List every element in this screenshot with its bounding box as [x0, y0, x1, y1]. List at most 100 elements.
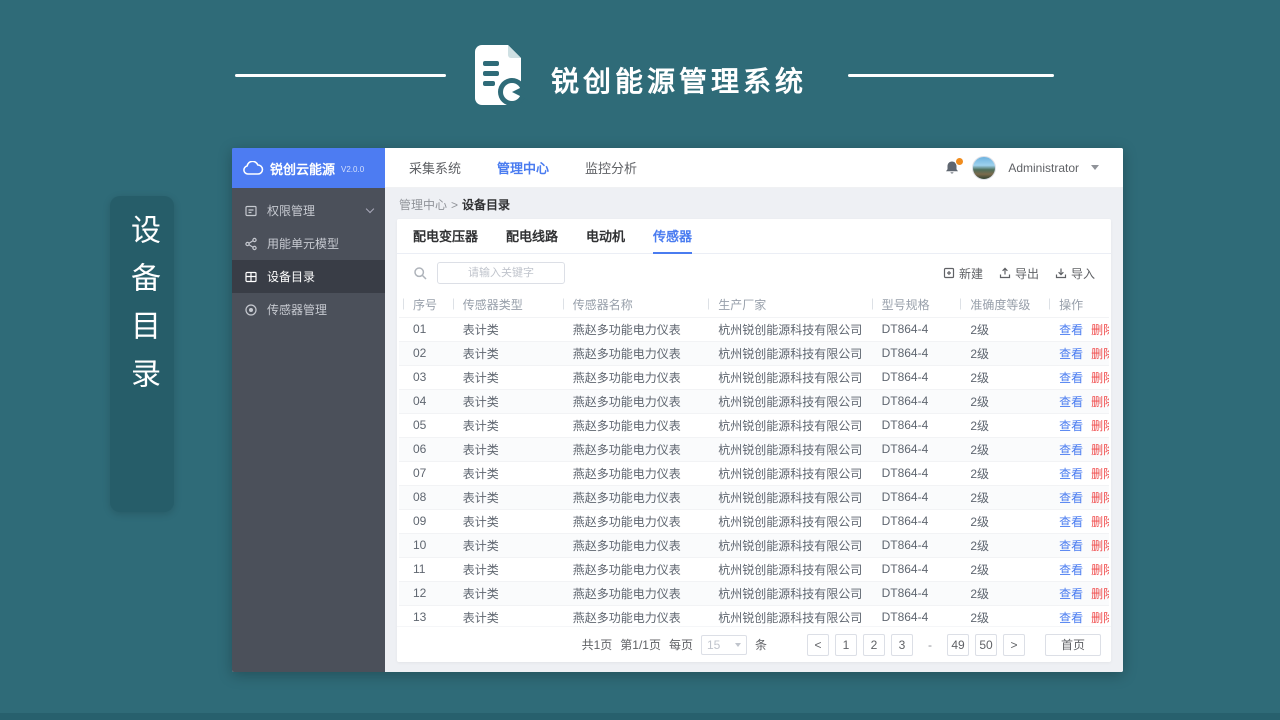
- pager-next-button[interactable]: >: [1003, 633, 1025, 656]
- delete-link[interactable]: 删除: [1091, 491, 1109, 505]
- import-icon: [1055, 267, 1067, 279]
- cell-sensor-name: 燕赵多功能电力仪表: [558, 556, 705, 581]
- cell-manufacturer: 杭州锐创能源科技有限公司: [704, 508, 868, 533]
- tab-sensor[interactable]: 传感器: [653, 219, 693, 254]
- search-icon: [413, 266, 428, 281]
- view-link[interactable]: 查看: [1059, 515, 1083, 529]
- cell-no: 09: [399, 508, 449, 533]
- table-row: 12表计类燕赵多功能电力仪表杭州锐创能源科技有限公司DT864-42级查看删除: [399, 580, 1109, 605]
- cell-sensor-type: 表计类: [448, 388, 559, 413]
- export-label: 导出: [1014, 266, 1039, 281]
- sidebar-item-sensor-management[interactable]: 传感器管理: [232, 293, 385, 326]
- import-button[interactable]: 导入: [1055, 265, 1095, 282]
- cell-no: 03: [399, 364, 449, 389]
- sidebar-item-permissions[interactable]: 权限管理: [232, 194, 385, 227]
- view-link[interactable]: 查看: [1059, 395, 1083, 409]
- delete-link[interactable]: 删除: [1091, 323, 1109, 337]
- nav-item-monitoring-analysis[interactable]: 监控分析: [585, 158, 637, 177]
- table-row: 06表计类燕赵多功能电力仪表杭州锐创能源科技有限公司DT864-42级查看删除: [399, 436, 1109, 461]
- delete-link[interactable]: 删除: [1091, 587, 1109, 601]
- pager-page-button-2[interactable]: 2: [863, 633, 885, 656]
- pager-page-button-49[interactable]: 49: [947, 633, 969, 656]
- view-link[interactable]: 查看: [1059, 347, 1083, 361]
- delete-link[interactable]: 删除: [1091, 611, 1109, 625]
- pager-prev-button[interactable]: <: [807, 633, 829, 656]
- search-input[interactable]: [437, 262, 565, 284]
- cell-model: DT864-4: [867, 532, 957, 557]
- cell-no: 01: [399, 316, 449, 341]
- col-manufacturer: 生产厂家: [704, 292, 867, 317]
- nav-item-collection-system[interactable]: 采集系统: [409, 158, 461, 177]
- create-button[interactable]: 新建: [943, 265, 983, 282]
- breadcrumb-parent[interactable]: 管理中心: [399, 198, 447, 212]
- cell-manufacturer: 杭州锐创能源科技有限公司: [704, 412, 868, 437]
- table-row: 11表计类燕赵多功能电力仪表杭州锐创能源科技有限公司DT864-42级查看删除: [399, 556, 1109, 581]
- nav-item-management-center[interactable]: 管理中心: [497, 158, 549, 177]
- cell-actions: 查看删除: [1045, 460, 1109, 485]
- cell-sensor-name: 燕赵多功能电力仪表: [558, 532, 705, 557]
- delete-link[interactable]: 删除: [1091, 419, 1109, 433]
- delete-link[interactable]: 删除: [1091, 563, 1109, 577]
- tab-distribution-transformer[interactable]: 配电变压器: [413, 219, 478, 254]
- cell-actions: 查看删除: [1045, 412, 1109, 437]
- view-link[interactable]: 查看: [1059, 563, 1083, 577]
- avatar[interactable]: [972, 155, 997, 180]
- create-label: 新建: [958, 266, 983, 281]
- pager-page-button-50[interactable]: 50: [975, 633, 997, 656]
- delete-link[interactable]: 删除: [1091, 443, 1109, 457]
- sidebar-item-label: 传感器管理: [267, 303, 328, 317]
- delete-link[interactable]: 删除: [1091, 539, 1109, 553]
- export-button[interactable]: 导出: [999, 265, 1039, 282]
- sidebar-menu: 权限管理 用能单元模型 设备目录 传感器管理: [232, 194, 385, 326]
- tab-distribution-line[interactable]: 配电线路: [506, 219, 558, 254]
- device-table-card: 配电变压器 配电线路 电动机 传感器 请输入关键字 新建 导出 导入 序号 传感…: [397, 219, 1111, 662]
- pager-page-button-3[interactable]: 3: [891, 633, 913, 656]
- view-link[interactable]: 查看: [1059, 443, 1083, 457]
- pager-page-button-1[interactable]: 1: [835, 633, 857, 656]
- username[interactable]: Administrator: [1008, 161, 1079, 175]
- per-page-select[interactable]: 15: [700, 634, 747, 655]
- view-link[interactable]: 查看: [1059, 491, 1083, 505]
- cell-no: 12: [399, 580, 449, 605]
- app-window: 锐创云能源 V2.0.0 权限管理 用能单元模型 设备目录 传感器管理 采集系统…: [232, 148, 1123, 672]
- delete-link[interactable]: 删除: [1091, 395, 1109, 409]
- table-row: 08表计类燕赵多功能电力仪表杭州锐创能源科技有限公司DT864-42级查看删除: [399, 484, 1109, 509]
- view-link[interactable]: 查看: [1059, 611, 1083, 625]
- cell-sensor-type: 表计类: [448, 508, 559, 533]
- table-row: 02表计类燕赵多功能电力仪表杭州锐创能源科技有限公司DT864-42级查看删除: [399, 340, 1109, 365]
- cell-accuracy-grade: 2级: [956, 316, 1046, 341]
- view-link[interactable]: 查看: [1059, 371, 1083, 385]
- view-link[interactable]: 查看: [1059, 587, 1083, 601]
- view-link[interactable]: 查看: [1059, 467, 1083, 481]
- cell-sensor-name: 燕赵多功能电力仪表: [558, 340, 705, 365]
- delete-link[interactable]: 删除: [1091, 371, 1109, 385]
- view-link[interactable]: 查看: [1059, 419, 1083, 433]
- delete-link[interactable]: 删除: [1091, 347, 1109, 361]
- sidebar-item-device-catalog[interactable]: 设备目录: [232, 260, 385, 293]
- view-link[interactable]: 查看: [1059, 539, 1083, 553]
- cell-actions: 查看删除: [1045, 484, 1109, 509]
- chevron-down-icon[interactable]: [1091, 165, 1099, 170]
- per-page-label: 每页: [668, 638, 693, 652]
- cell-sensor-name: 燕赵多功能电力仪表: [558, 436, 705, 461]
- view-link[interactable]: 查看: [1059, 323, 1083, 337]
- cell-sensor-name: 燕赵多功能电力仪表: [558, 364, 705, 389]
- cell-actions: 查看删除: [1045, 532, 1109, 557]
- first-page-button[interactable]: 首页: [1045, 633, 1101, 656]
- total-pages-text: 共1页: [581, 638, 613, 652]
- cell-manufacturer: 杭州锐创能源科技有限公司: [704, 316, 868, 341]
- tab-electric-motor[interactable]: 电动机: [586, 219, 625, 254]
- export-icon: [999, 267, 1011, 279]
- col-accuracy-grade: 准确度等级: [956, 292, 1045, 317]
- delete-link[interactable]: 删除: [1091, 515, 1109, 529]
- cell-model: DT864-4: [867, 556, 957, 581]
- cell-model: DT864-4: [867, 508, 957, 533]
- delete-link[interactable]: 删除: [1091, 467, 1109, 481]
- cell-actions: 查看删除: [1045, 364, 1109, 389]
- user-area: Administrator: [944, 155, 1099, 180]
- cell-accuracy-grade: 2级: [956, 580, 1046, 605]
- cell-accuracy-grade: 2级: [956, 460, 1046, 485]
- notification-bell-icon[interactable]: [944, 156, 965, 176]
- cell-accuracy-grade: 2级: [956, 340, 1046, 365]
- sidebar-item-energy-unit-model[interactable]: 用能单元模型: [232, 227, 385, 260]
